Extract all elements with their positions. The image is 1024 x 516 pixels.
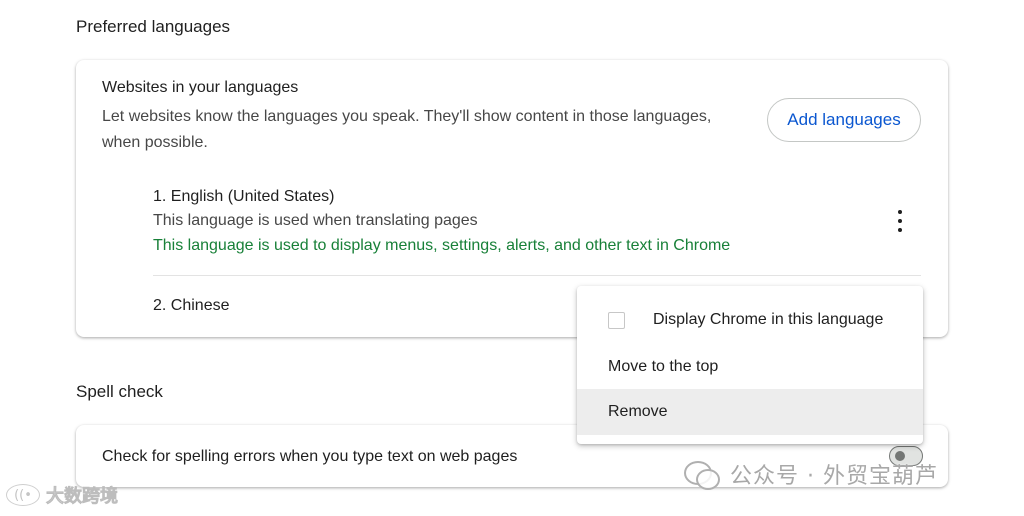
spell-check-heading: Spell check [76,382,163,401]
language-divider [153,275,921,276]
more-actions-icon[interactable] [890,210,910,232]
wechat-icon [682,459,720,490]
language-display-note: This language is used to display menus, … [153,237,731,254]
language-item-chinese: 2. Chinese [153,297,230,314]
websites-languages-title: Websites in your languages [102,79,299,96]
display-chrome-label: Display Chrome in this language [653,311,884,328]
menu-item-move-to-top[interactable]: Move to the top [577,344,923,390]
menu-item-display-chrome[interactable]: Display Chrome in this language [577,297,923,343]
wechat-watermark: 公众号 · 外贸宝葫芦 [682,456,938,492]
brand-logo-icon: ((• [6,484,40,506]
menu-item-remove[interactable]: Remove [577,389,923,435]
display-chrome-checkbox[interactable] [608,311,625,329]
brand-watermark-text: 大数跨境 [46,486,119,508]
preferred-languages-heading: Preferred languages [76,17,231,36]
language-item-english: 1. English (United States) This language… [153,186,923,258]
websites-languages-description: Let websites know the languages you spea… [102,108,712,151]
brand-watermark: ((• 大数跨境 [6,482,118,508]
watermark-text: 公众号 · 外贸宝葫芦 [730,464,938,489]
settings-page: Preferred languages Websites in your lan… [0,0,1024,516]
spell-check-label: Check for spelling errors when you type … [102,448,518,465]
language-context-menu: Display Chrome in this language Move to … [577,286,923,444]
language-name: 1. English (United States) [153,188,335,205]
language-translate-note: This language is used when translating p… [153,212,478,229]
add-languages-button[interactable]: Add languages [767,98,921,142]
